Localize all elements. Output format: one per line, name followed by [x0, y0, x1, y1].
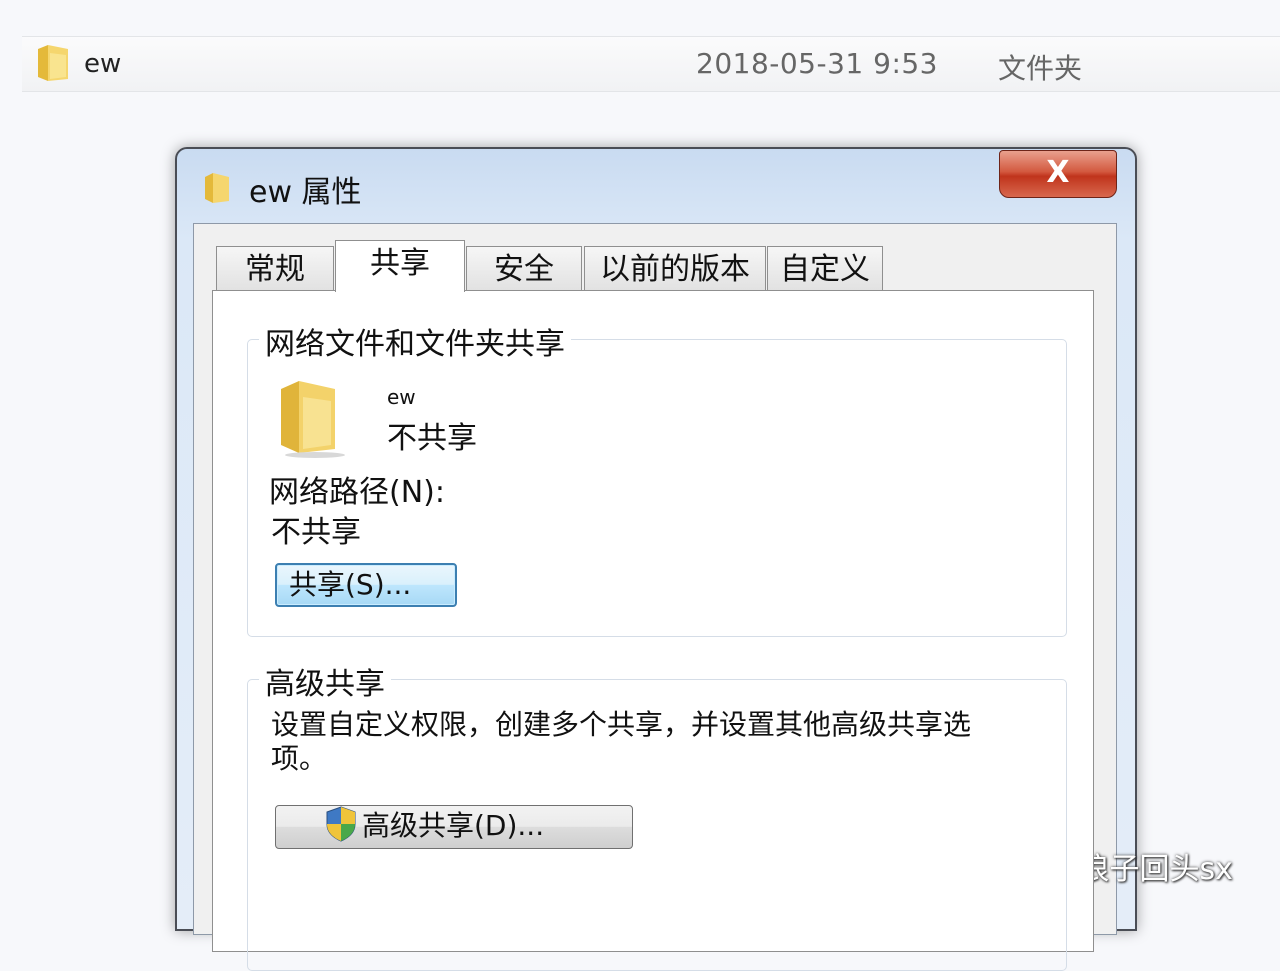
- folder-icon: [281, 381, 345, 458]
- share-button[interactable]: 共享(S)...: [275, 563, 457, 607]
- close-icon: X: [1046, 155, 1070, 190]
- close-button[interactable]: X: [999, 150, 1117, 198]
- file-list-row-ew[interactable]: ew 2018-05-31 9:53 文件夹: [22, 36, 1280, 92]
- shield-icon: [326, 806, 356, 842]
- advanced-sharing-title: 高级共享: [259, 659, 391, 703]
- network-path-label: 网络路径(N):: [269, 475, 445, 510]
- advanced-sharing-button-label: 高级共享(D)...: [362, 809, 545, 842]
- advanced-sharing-description: 设置自定义权限，创建多个共享，并设置其他高级共享选: [271, 708, 972, 741]
- share-status: 不共享: [387, 421, 477, 456]
- properties-dialog: ew 属性 X 常规 共享 安全 以前的版本 自定义 网络文件和文件夹共享 ew…: [175, 147, 1137, 971]
- file-type: 文件夹: [998, 52, 1083, 85]
- tab-customize[interactable]: 自定义: [767, 246, 883, 290]
- sharing-tab-panel: 网络文件和文件夹共享 ew 不共享 网络路径(N): 不共享 共享(S)... …: [212, 290, 1094, 971]
- file-name: ew: [84, 49, 122, 79]
- dialog-title: ew 属性: [249, 175, 362, 210]
- shared-folder-name: ew: [387, 385, 416, 409]
- advanced-sharing-description-cont: 项。: [271, 742, 328, 775]
- advanced-sharing-button[interactable]: 高级共享(D)...: [275, 805, 633, 849]
- tab-general[interactable]: 常规: [216, 246, 334, 290]
- folder-icon: [205, 173, 229, 203]
- dialog-content: 常规 共享 安全 以前的版本 自定义 网络文件和文件夹共享 ew 不共享 网络路…: [193, 223, 1117, 971]
- file-date-modified: 2018-05-31 9:53: [696, 47, 938, 80]
- tab-security[interactable]: 安全: [466, 246, 582, 290]
- folder-icon: [38, 45, 68, 81]
- network-path-value: 不共享: [271, 515, 361, 550]
- tab-sharing[interactable]: 共享: [335, 240, 465, 292]
- tab-previous-versions[interactable]: 以前的版本: [584, 246, 766, 290]
- network-sharing-title: 网络文件和文件夹共享: [259, 319, 571, 363]
